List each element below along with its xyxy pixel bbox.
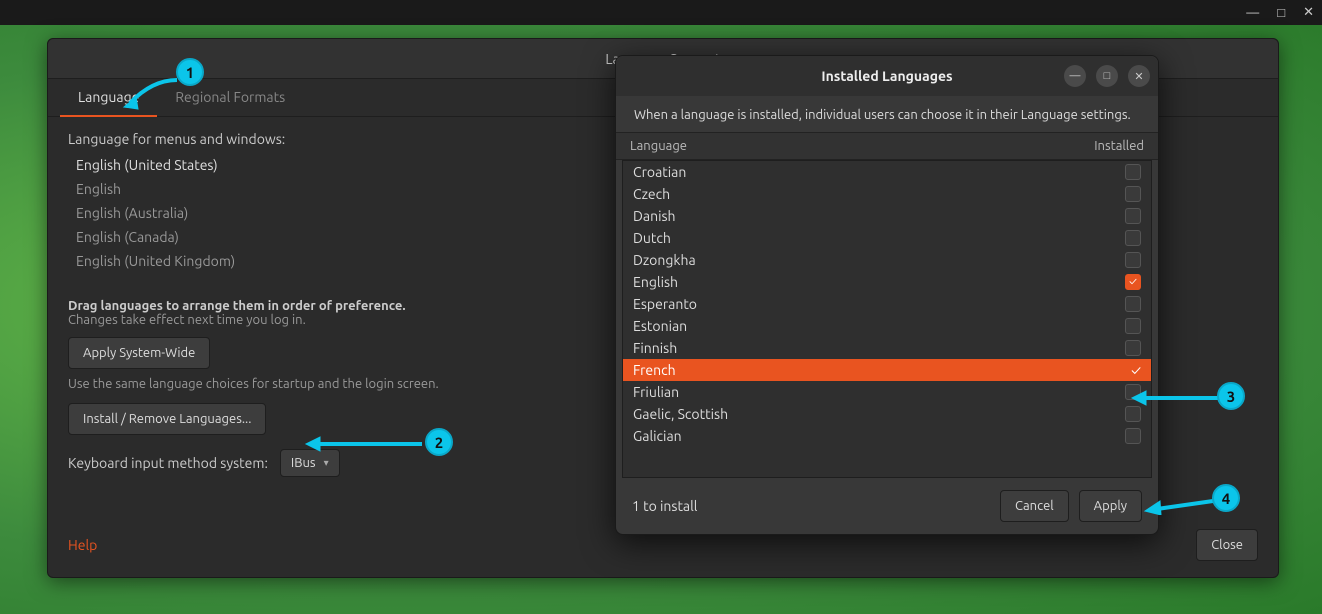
annotation-callout-2: 2: [425, 428, 453, 456]
table-row[interactable]: Czech: [623, 183, 1151, 205]
language-name: Finnish: [633, 340, 677, 356]
annotation-arrow-1: [122, 75, 182, 115]
table-row[interactable]: French ✓: [623, 359, 1151, 381]
cancel-button[interactable]: Cancel: [1000, 490, 1069, 522]
language-name: Dzongkha: [633, 252, 696, 268]
keyboard-input-value: IBus: [291, 456, 316, 470]
annotation-arrow-3: [1130, 390, 1220, 410]
desktop-maximize-icon[interactable]: □: [1277, 5, 1285, 20]
keyboard-input-label: Keyboard input method system:: [68, 455, 268, 471]
annotation-arrow-4: [1143, 495, 1215, 515]
table-row[interactable]: Dzongkha: [623, 249, 1151, 271]
installed-checkbox[interactable]: [1125, 274, 1141, 290]
desktop-minimize-icon[interactable]: —: [1246, 6, 1259, 20]
annotation-callout-3: 3: [1217, 382, 1245, 410]
annotation-callout-1: 1: [176, 58, 204, 86]
table-row[interactable]: Danish: [623, 205, 1151, 227]
installed-languages-dialog: Installed Languages — □ ✕ When a languag…: [615, 55, 1159, 535]
installed-checkbox[interactable]: [1125, 208, 1141, 224]
table-row[interactable]: Croatian: [623, 161, 1151, 183]
table-row[interactable]: Galician: [623, 425, 1151, 447]
language-table[interactable]: Croatian Czech Danish Dutch Dzongkha English E…: [622, 160, 1152, 478]
table-row[interactable]: Friulian: [623, 381, 1151, 403]
installed-checkbox[interactable]: [1125, 186, 1141, 202]
installed-checkbox[interactable]: [1125, 428, 1141, 444]
table-row[interactable]: Estonian: [623, 315, 1151, 337]
annotation-callout-4: 4: [1212, 484, 1240, 512]
installed-checkbox[interactable]: [1125, 230, 1141, 246]
annotation-arrow-2: [304, 434, 424, 454]
table-row[interactable]: English: [623, 271, 1151, 293]
desktop-top-bar: — □ ✕: [0, 0, 1322, 25]
language-name: Friulian: [633, 384, 679, 400]
language-name: Gaelic, Scottish: [633, 406, 728, 422]
desktop-close-icon[interactable]: ✕: [1303, 5, 1314, 20]
apply-system-wide-button[interactable]: Apply System-Wide: [68, 337, 210, 369]
language-name: French: [633, 362, 676, 378]
installed-checkbox[interactable]: [1125, 296, 1141, 312]
language-name: Danish: [633, 208, 676, 224]
dialog-close-icon[interactable]: ✕: [1128, 65, 1150, 87]
apply-button[interactable]: Apply: [1079, 490, 1142, 522]
installed-checkbox[interactable]: [1125, 164, 1141, 180]
install-count-label: 1 to install: [632, 498, 697, 514]
table-row[interactable]: Esperanto: [623, 293, 1151, 315]
install-remove-languages-button[interactable]: Install / Remove Languages...: [68, 403, 266, 435]
dialog-footer: 1 to install Cancel Apply: [616, 478, 1158, 534]
column-language: Language: [630, 139, 687, 153]
table-row[interactable]: Dutch: [623, 227, 1151, 249]
installed-checkbox[interactable]: [1125, 252, 1141, 268]
dialog-title: Installed Languages: [821, 68, 952, 84]
language-name: Czech: [633, 186, 670, 202]
dialog-title-bar: Installed Languages — □ ✕: [616, 56, 1158, 96]
column-installed: Installed: [1094, 139, 1144, 153]
installed-checkbox[interactable]: [1125, 340, 1141, 356]
table-row[interactable]: Finnish: [623, 337, 1151, 359]
table-row[interactable]: Gaelic, Scottish: [623, 403, 1151, 425]
close-button[interactable]: Close: [1196, 529, 1258, 561]
dialog-description: When a language is installed, individual…: [616, 96, 1158, 132]
language-name: Croatian: [633, 164, 686, 180]
checkmark-icon[interactable]: ✓: [1131, 362, 1141, 378]
language-name: Estonian: [633, 318, 687, 334]
language-name: Esperanto: [633, 296, 697, 312]
dialog-maximize-icon[interactable]: □: [1096, 65, 1118, 87]
language-name: English: [633, 274, 678, 290]
dialog-minimize-icon[interactable]: —: [1064, 65, 1086, 87]
help-link[interactable]: Help: [68, 537, 97, 553]
language-table-header: Language Installed: [616, 132, 1158, 160]
language-name: Galician: [633, 428, 682, 444]
installed-checkbox[interactable]: [1125, 318, 1141, 334]
language-name: Dutch: [633, 230, 671, 246]
chevron-down-icon: ▾: [324, 457, 329, 469]
